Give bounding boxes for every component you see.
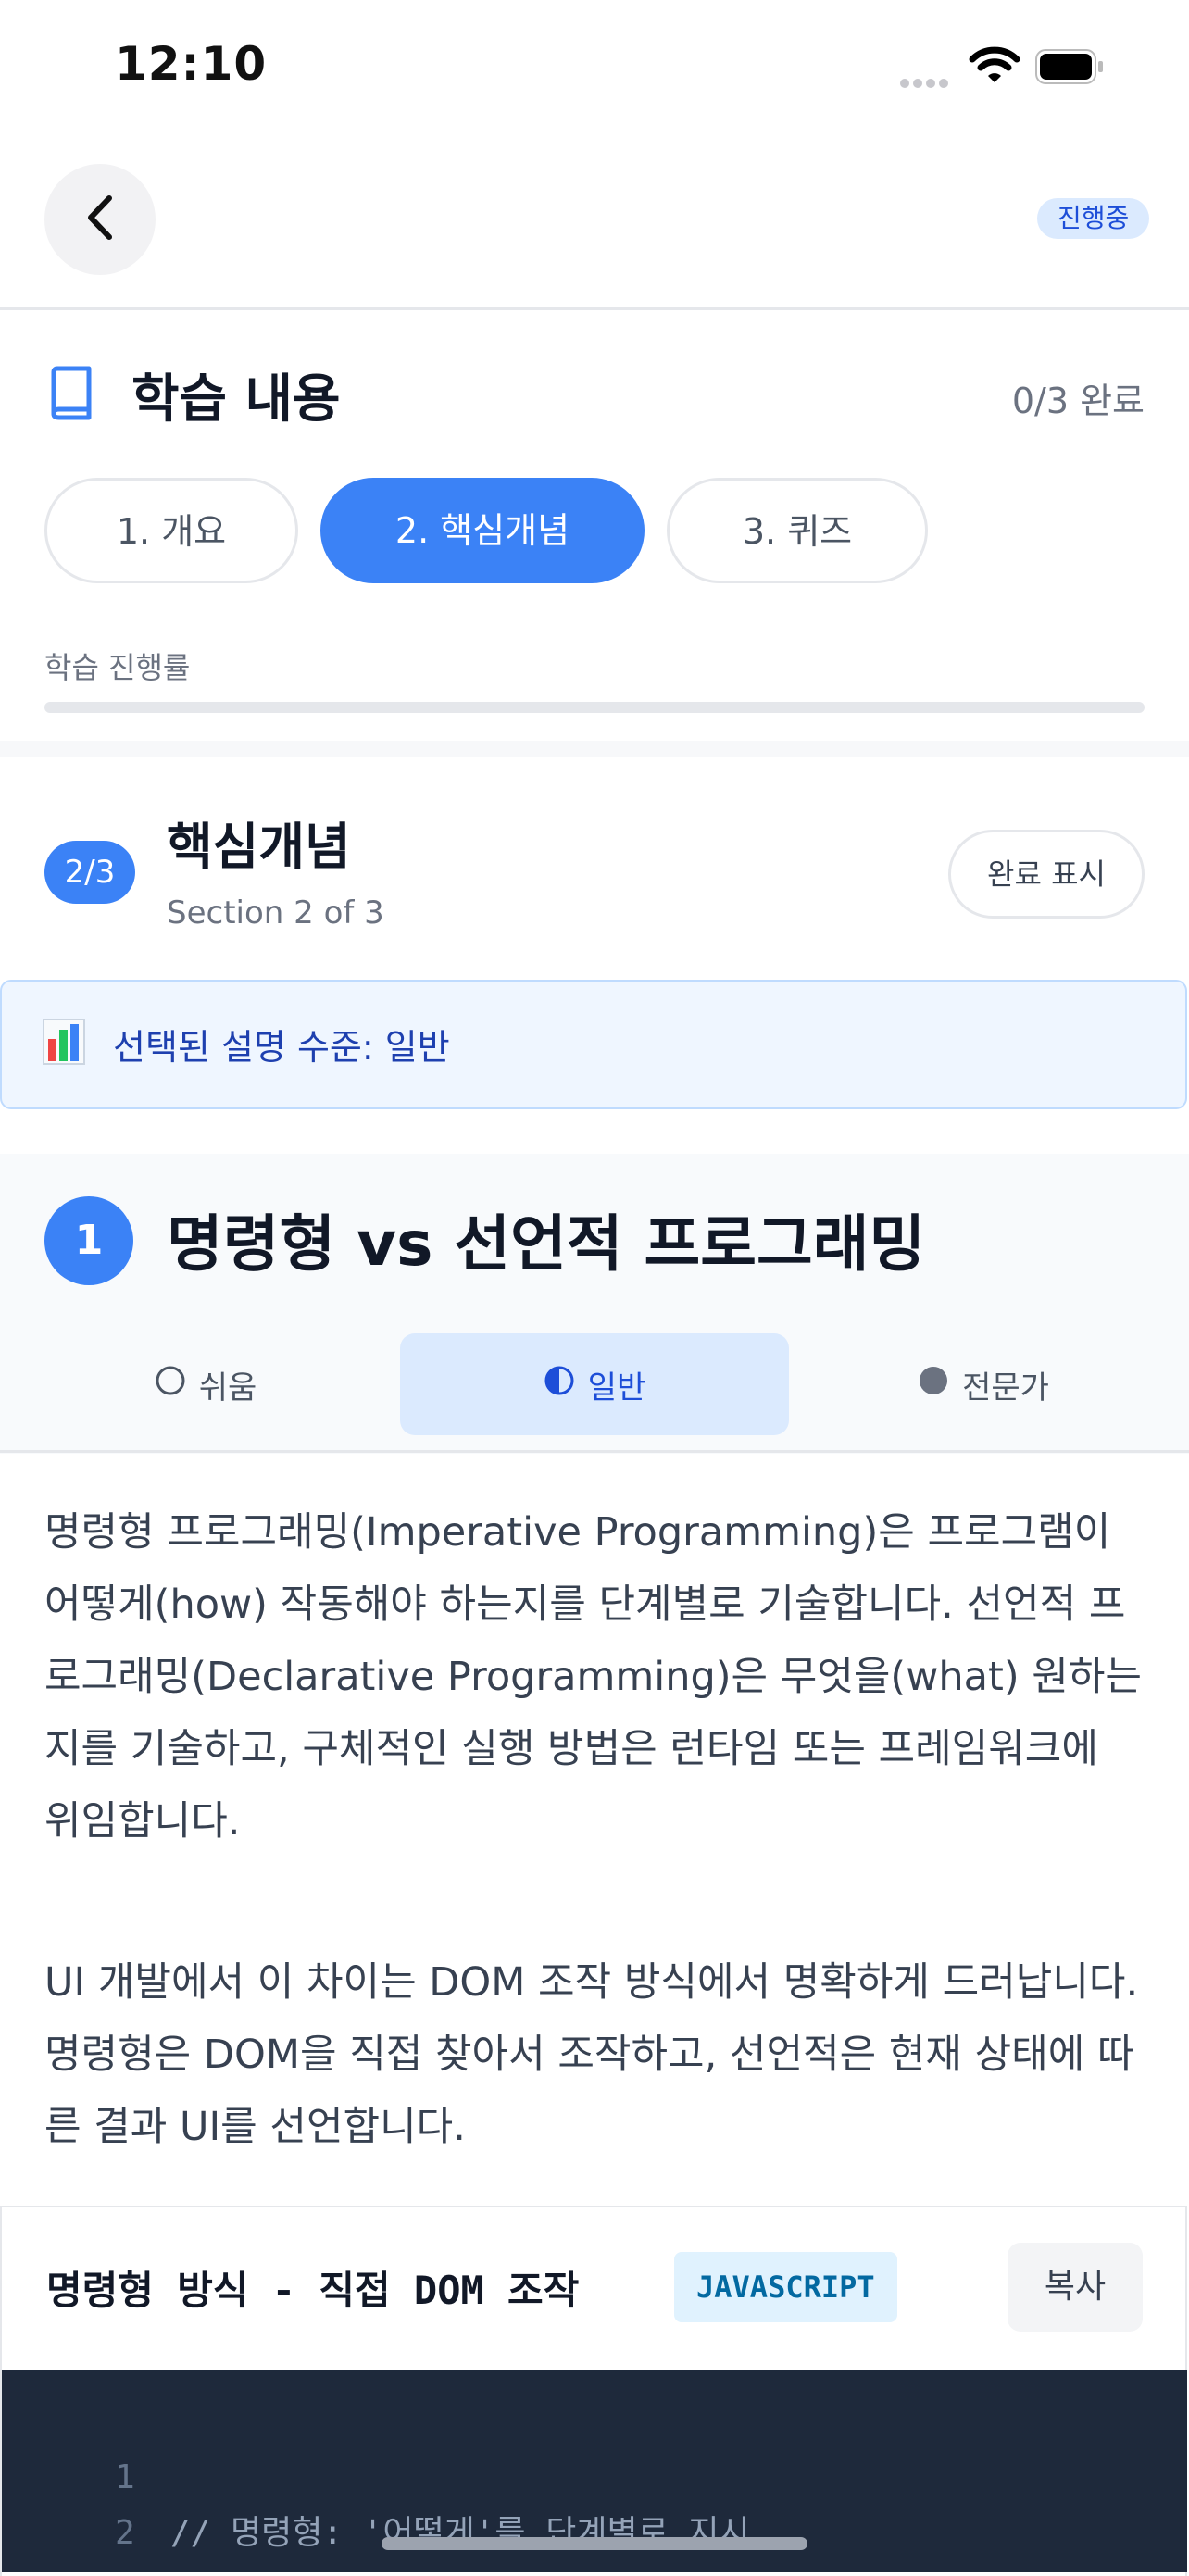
code-block-title: 명령형 방식 - 직접 DOM 조작 — [46, 2268, 580, 2313]
progress-bar — [44, 702, 1145, 713]
level-tab-label: 쉬움 — [198, 1369, 257, 1407]
section-separator — [0, 741, 1189, 757]
level-tab-easy[interactable]: 쉬움 — [11, 1333, 400, 1435]
status-badge: 진행중 — [1037, 198, 1150, 239]
level-tab-label: 전문가 — [962, 1369, 1049, 1407]
chevron-left-icon — [81, 194, 119, 244]
level-tab-normal[interactable]: 일반 — [400, 1333, 789, 1435]
back-button[interactable] — [44, 164, 156, 275]
battery-icon — [1035, 48, 1104, 85]
level-tab-expert[interactable]: 전문가 — [789, 1333, 1178, 1435]
book-icon — [48, 365, 94, 424]
code-line: 2 let isOn = false; — [2, 2450, 1187, 2572]
empty-circle-icon — [155, 1365, 186, 1405]
code-language-badge: JAVASCRIPT — [674, 2252, 897, 2322]
copy-code-button[interactable]: 복사 — [1008, 2243, 1143, 2332]
filled-circle-icon — [918, 1365, 949, 1405]
mark-complete-button[interactable]: 완료 표시 — [948, 830, 1145, 919]
header-divider — [0, 307, 1189, 310]
step-tab-quiz[interactable]: 3. 퀴즈 — [667, 478, 928, 583]
concept-number-badge: 1 — [44, 1196, 133, 1285]
concept-paragraph: 명령형 프로그래밍(Imperative Programming)은 프로그램이… — [44, 1509, 1142, 1844]
explanation-level-text: 선택된 설명 수준: 일반 — [113, 1027, 450, 1068]
section-position-badge: 2/3 — [44, 841, 135, 904]
level-tab-label: 일반 — [587, 1369, 646, 1407]
code-line: 3 — [2, 2506, 1187, 2572]
code-line: 1 // 명령형: '어떻게'를 단계별로 지시 — [2, 2395, 1187, 2552]
line-number: 3 — [115, 2561, 135, 2572]
concept-paragraph: UI 개발에서 이 차이는 DOM 조작 방식에서 명확하게 드러납니다. 명령… — [44, 1959, 1139, 2150]
home-indicator[interactable] — [382, 2537, 807, 2550]
code-text: let isOn = false; — [170, 2561, 512, 2572]
learning-content-title: 학습 내용 — [131, 369, 341, 430]
signal-icon — [900, 74, 952, 92]
step-tab-core-concepts[interactable]: 2. 핵심개념 — [320, 478, 645, 583]
concept-title: 명령형 vs 선언적 프로그래밍 — [167, 1208, 926, 1280]
progress-label: 학습 진행률 — [44, 650, 191, 685]
bar-chart-icon — [43, 1019, 85, 1069]
half-circle-icon — [544, 1365, 575, 1405]
step-tab-overview[interactable]: 1. 개요 — [44, 478, 298, 583]
section-title: 핵심개념 — [167, 818, 351, 876]
completion-count: 0/3 완료 — [1011, 381, 1145, 421]
status-time: 12:10 — [115, 37, 268, 91]
wifi-icon — [969, 46, 1020, 89]
section-subtitle: Section 2 of 3 — [167, 894, 384, 932]
